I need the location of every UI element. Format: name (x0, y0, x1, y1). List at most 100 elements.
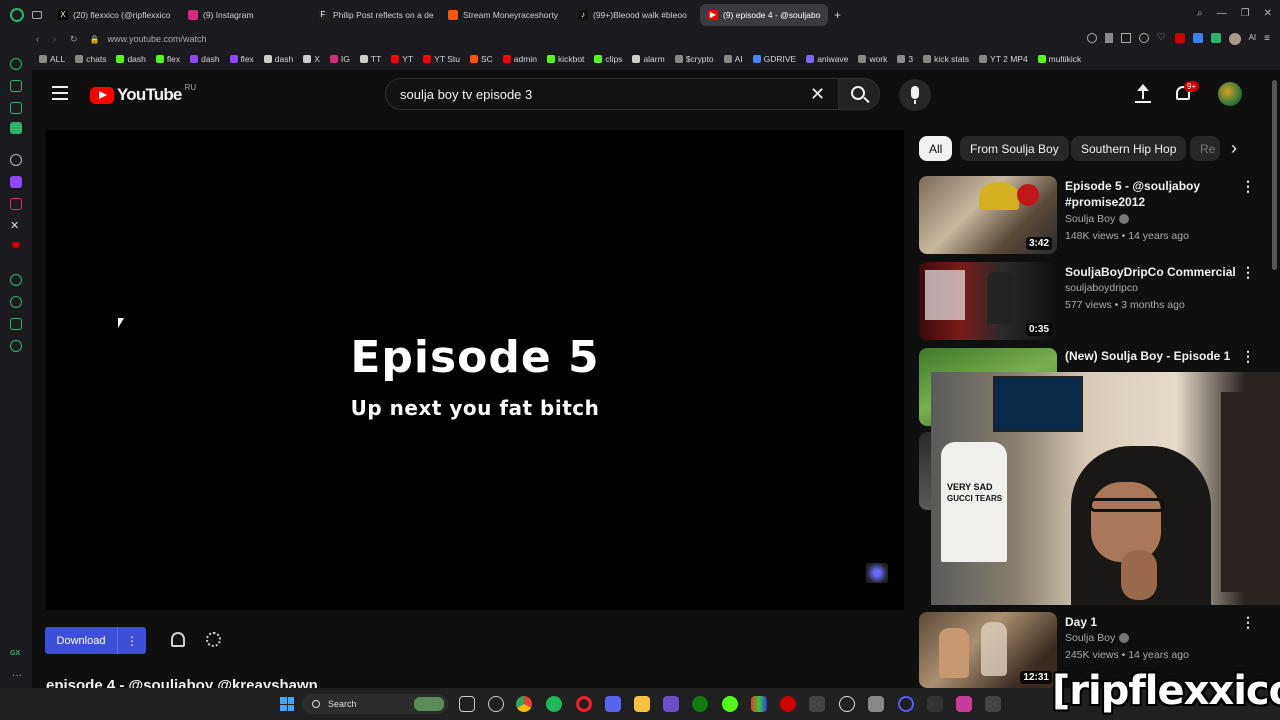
bookmark-item[interactable]: alarm (627, 54, 669, 64)
video-thumbnail[interactable]: 3:42 (919, 176, 1057, 254)
bookmark-item[interactable]: 3 (892, 54, 918, 64)
app-red-icon[interactable] (780, 696, 796, 712)
close-window-icon[interactable]: ✕ (1264, 8, 1272, 19)
subscribe-bell-icon[interactable] (171, 632, 185, 647)
ext-blue-icon[interactable] (1192, 33, 1203, 43)
app-pink-icon[interactable] (956, 696, 972, 712)
pin-icon[interactable] (1104, 33, 1113, 43)
app-purple-icon[interactable] (663, 696, 679, 712)
app-multicolor-icon[interactable] (751, 696, 767, 712)
sidebar-youtube-icon[interactable] (12, 242, 20, 248)
bookmark-item[interactable]: flex (151, 54, 185, 64)
bookmark-item[interactable]: admin (498, 54, 542, 64)
video-title-link[interactable]: SouljaBoyDripCo Commercial (1065, 264, 1241, 280)
app-circle-icon[interactable] (898, 696, 914, 712)
bookmark-item[interactable]: dash (111, 54, 150, 64)
bookmark-item[interactable]: X (298, 54, 325, 64)
url-field[interactable]: www.youtube.com/watch (108, 34, 207, 44)
zoom-icon[interactable] (1086, 33, 1097, 43)
bookmark-item[interactable]: YT (386, 54, 418, 64)
sidebar-home-icon[interactable] (10, 58, 22, 70)
heart-icon[interactable]: ♡ (1157, 33, 1167, 43)
search-bar[interactable]: soulja boy tv episode 3 ✕ (385, 78, 840, 110)
forward-icon[interactable]: › (53, 34, 56, 44)
bookmark-item[interactable]: kickbot (542, 54, 589, 64)
start-button-icon[interactable] (280, 697, 294, 711)
bookmark-item[interactable]: IG (325, 54, 355, 64)
video-title-link[interactable]: Episode 5 - @souljaboy #promise2012 (1065, 178, 1235, 210)
chip-all[interactable]: All (919, 136, 953, 161)
bookmark-item[interactable]: YT 2 MP4 (974, 54, 1033, 64)
task-view-icon[interactable] (459, 696, 475, 712)
bookmark-item[interactable]: SC (465, 54, 498, 64)
app-dark-icon[interactable] (809, 696, 825, 712)
xbox-icon[interactable] (692, 696, 708, 712)
channel-name[interactable]: Soulja Boy (1065, 632, 1130, 644)
video-thumbnail[interactable]: 0:35 (919, 262, 1057, 340)
sidebar-edit-icon[interactable] (10, 102, 22, 114)
app-grid-icon[interactable] (927, 696, 943, 712)
taskbar-search[interactable]: Search (302, 694, 448, 714)
sidebar-stats-icon[interactable] (10, 80, 22, 92)
play-icon[interactable] (1138, 33, 1149, 43)
video-thumbnail[interactable]: 12:31 (919, 612, 1057, 688)
browser-logo-icon[interactable] (10, 8, 24, 22)
sidebar-instagram-icon[interactable] (10, 198, 22, 210)
sidebar-more-icon[interactable]: ··· (12, 670, 22, 681)
chip-southern-hip-hop[interactable]: Southern Hip Hop (1071, 136, 1187, 161)
browser-tab[interactable]: X (20) flexxico (@ripflexxico (50, 4, 178, 26)
search-input[interactable]: soulja boy tv episode 3 (400, 87, 532, 102)
search-button[interactable] (838, 78, 880, 110)
channel-name[interactable]: souljaboydripco (1065, 282, 1138, 294)
bookmark-item[interactable]: $crypto (670, 54, 719, 64)
browser-tab[interactable]: ▶ (9) episode 4 - @souljabo (700, 4, 828, 26)
sidebar-gx-icon[interactable]: GX (10, 650, 20, 657)
opera-icon[interactable] (576, 696, 592, 712)
sidebar-x-icon[interactable]: ✕ (10, 220, 22, 232)
ai-button[interactable]: AI (1249, 33, 1257, 45)
browser-tab[interactable]: (9) Instagram (180, 4, 308, 26)
ext-green-icon[interactable] (1210, 33, 1221, 43)
video-title-link[interactable]: (New) Soulja Boy - Episode 1 (1065, 348, 1241, 364)
file-explorer-icon[interactable] (634, 696, 650, 712)
spotify-icon[interactable] (546, 696, 562, 712)
chatgpt-icon[interactable] (839, 696, 855, 712)
bookmark-item[interactable]: aniwave (801, 54, 853, 64)
sidebar-settings-icon[interactable] (10, 340, 22, 352)
sidebar-player-icon[interactable] (10, 274, 22, 286)
more-actions-icon[interactable]: ⋮ (1241, 178, 1255, 194)
chip-recently[interactable]: Re (1190, 136, 1220, 161)
hamburger-menu-icon[interactable] (52, 86, 68, 100)
bookmark-item[interactable]: GDRIVE (748, 54, 802, 64)
chips-next-arrow-icon[interactable]: › (1224, 138, 1244, 158)
new-tab-button[interactable]: + (834, 8, 841, 22)
app-menu-icon[interactable] (985, 696, 1001, 712)
search-tabs-icon[interactable]: ⌕ (1197, 8, 1203, 19)
minimize-icon[interactable]: — (1217, 8, 1227, 19)
notifications-button[interactable]: 9+ (1174, 81, 1200, 104)
app-generic-icon[interactable] (868, 696, 884, 712)
bookmark-item[interactable]: multikick (1033, 54, 1087, 64)
bookmark-item[interactable]: ALL (34, 54, 70, 64)
browser-tab[interactable]: Stream Moneyraceshorty (440, 4, 568, 26)
video-player[interactable]: Episode 5 Up next you fat bitch (46, 130, 904, 610)
bookmark-item[interactable]: YT Stu (418, 54, 465, 64)
browser-tab[interactable]: ♪ (99+)Bleood walk #bleoo (570, 4, 698, 26)
channel-name[interactable]: Soulja Boy (1065, 213, 1130, 225)
clear-search-icon[interactable]: ✕ (810, 84, 825, 105)
more-actions-icon[interactable]: ⋮ (1241, 264, 1255, 280)
profile-avatar-icon[interactable] (1228, 33, 1241, 45)
download-options-icon[interactable]: ⋮ (118, 634, 146, 648)
bookmark-item[interactable]: AI (719, 54, 748, 64)
more-actions-icon[interactable]: ⋮ (1241, 614, 1255, 630)
settings-gear-icon[interactable] (206, 632, 221, 647)
reload-icon[interactable]: ↻ (70, 34, 78, 45)
recommendation-item[interactable]: 3:42 Episode 5 - @souljaboy #promise2012… (919, 176, 1259, 256)
back-icon[interactable]: ‹ (36, 34, 39, 44)
chrome-icon[interactable] (516, 696, 532, 712)
discord-icon[interactable] (605, 696, 621, 712)
bookmark-item[interactable]: chats (70, 54, 111, 64)
menu-icon[interactable]: ≡ (1264, 33, 1270, 45)
maximize-icon[interactable]: ❐ (1241, 8, 1250, 19)
voice-search-button[interactable] (899, 79, 931, 111)
